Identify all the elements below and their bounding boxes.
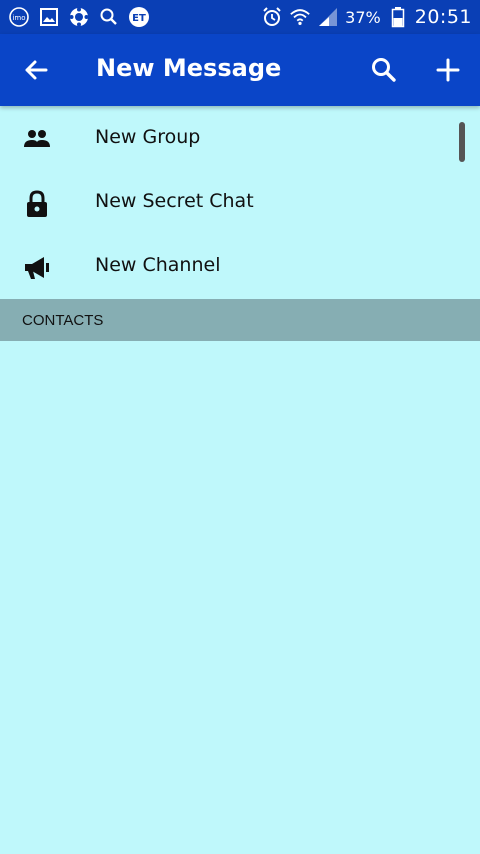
search-icon bbox=[98, 6, 120, 28]
contacts-section-header: CONTACTS bbox=[0, 299, 480, 341]
search-button[interactable] bbox=[368, 54, 400, 86]
group-icon bbox=[22, 125, 52, 155]
plus-icon bbox=[436, 58, 460, 82]
settings-badge-icon bbox=[68, 6, 90, 28]
section-label: CONTACTS bbox=[22, 312, 104, 329]
et-icon: ET bbox=[128, 6, 150, 28]
scrollbar[interactable] bbox=[459, 122, 465, 162]
megaphone-icon bbox=[22, 253, 52, 283]
alarm-icon bbox=[261, 6, 283, 28]
signal-icon bbox=[317, 6, 339, 28]
battery-percent: 37% bbox=[345, 7, 381, 27]
imo-icon: imo bbox=[8, 6, 30, 28]
svg-text:ET: ET bbox=[132, 13, 146, 24]
app-bar: New Message bbox=[0, 34, 480, 106]
status-bar: imo ET 37% 20:51 bbox=[0, 0, 480, 34]
menu-item-label: New Group bbox=[95, 126, 201, 148]
menu-item-new-secret-chat[interactable]: New Secret Chat bbox=[0, 171, 480, 235]
gallery-icon bbox=[38, 6, 60, 28]
wifi-icon bbox=[289, 6, 311, 28]
lock-icon bbox=[22, 189, 52, 219]
menu-item-new-channel[interactable]: New Channel bbox=[0, 235, 480, 299]
add-button[interactable] bbox=[432, 54, 464, 86]
status-left-icons: imo ET bbox=[8, 5, 150, 29]
menu-item-new-group[interactable]: New Group bbox=[0, 107, 480, 171]
status-right-icons: 37% 20:51 bbox=[261, 5, 472, 29]
page-title: New Message bbox=[96, 54, 282, 82]
battery-icon bbox=[387, 6, 409, 28]
status-time: 20:51 bbox=[414, 6, 472, 28]
menu-item-label: New Channel bbox=[95, 254, 221, 276]
menu-item-label: New Secret Chat bbox=[95, 190, 254, 212]
search-icon bbox=[372, 58, 396, 82]
svg-text:imo: imo bbox=[12, 14, 25, 22]
arrow-left-icon[interactable] bbox=[20, 54, 52, 86]
